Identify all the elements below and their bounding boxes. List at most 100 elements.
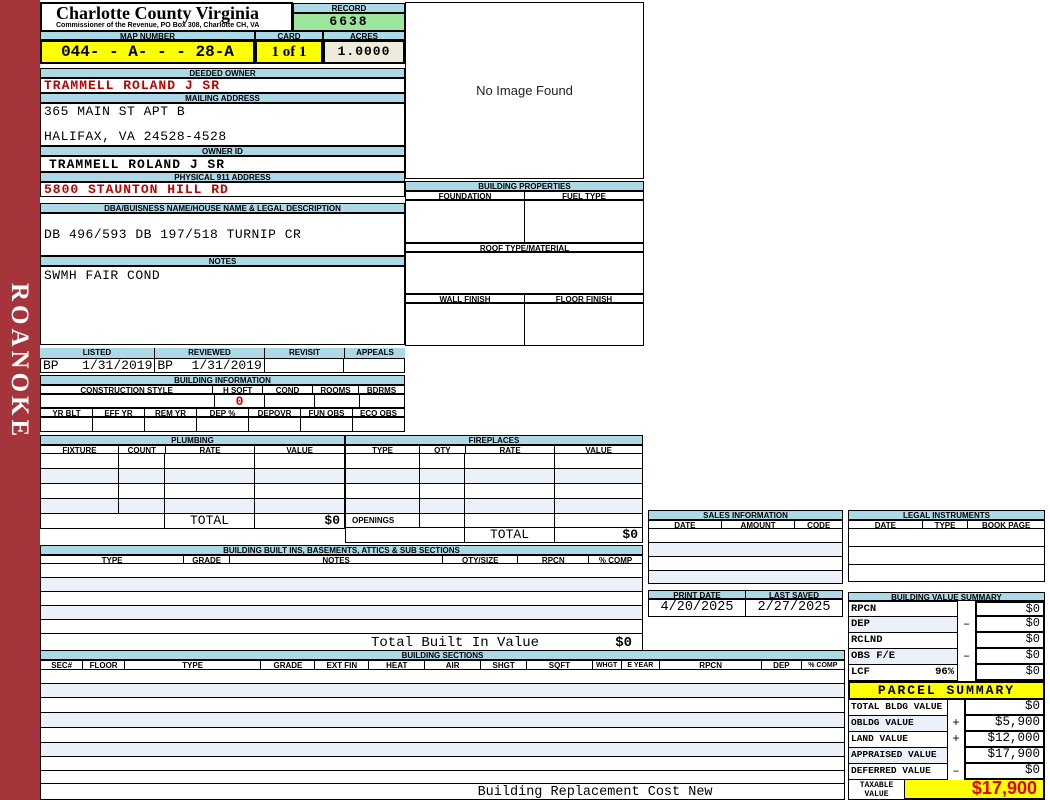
row-label: DEFERRED VALUE	[848, 764, 948, 780]
heat-label: HEAT	[368, 660, 426, 670]
row-value: $0	[975, 633, 1045, 649]
summary-row: OBLDG VALUE + $5,900	[848, 716, 1045, 732]
openings-label: OPENINGS	[346, 514, 420, 527]
notes-label: NOTES	[229, 555, 443, 564]
acres-value: 1.0000	[323, 40, 405, 64]
depovr-label: DEPOVR	[248, 408, 301, 417]
row-op	[958, 633, 975, 649]
bdrms-value	[360, 395, 404, 407]
table-row	[649, 557, 842, 571]
lcf-percent: 96%	[935, 666, 954, 678]
review-table: LISTED REVIEWED REVISIT APPEALS BP 1/31/…	[40, 348, 405, 373]
type-label: TYPE	[40, 555, 185, 564]
taxable-value: $17,900	[905, 779, 1045, 800]
property-image-panel: No Image Found	[405, 2, 644, 179]
table-row	[346, 469, 642, 484]
building-sections-headers: SEC# FLOOR TYPE GRADE EXT FIN HEAT AIR S…	[40, 660, 845, 670]
row-op	[948, 748, 964, 764]
built-ins-total-label: Total Built In Value	[371, 635, 540, 651]
appeals-value	[344, 359, 404, 372]
row-value: $0	[975, 601, 1045, 617]
foundation-value	[406, 201, 525, 242]
table-row	[346, 454, 642, 469]
building-value-summary-table: RPCN $0 DEP – $0 RCLND $0 OBS F/E – $0 L…	[848, 601, 1045, 681]
notes-label: NOTES	[40, 256, 405, 266]
sqft-label: SQFT	[526, 660, 593, 670]
row-op: +	[952, 716, 960, 730]
floor-label: FLOOR	[82, 660, 125, 670]
row-op: +	[952, 732, 960, 746]
footer-label: Building Replacement Cost New	[477, 785, 713, 800]
cond-label: COND	[262, 385, 313, 394]
fireplaces-label: FIREPLACES	[345, 435, 643, 445]
ext-fin-label: EXT FIN	[314, 660, 370, 670]
mailing-address-label: MAILING ADDRESS	[40, 93, 405, 103]
row-op	[958, 665, 975, 681]
county-title-block: Charlotte County Virginia Commissioner o…	[40, 2, 293, 32]
acres-label: ACRES	[323, 31, 405, 40]
print-date-label: PRINT DATE	[648, 590, 746, 599]
value-label: VALUE	[254, 445, 346, 454]
row-op: –	[962, 649, 971, 663]
mailing-address-box: 365 MAIN ST APT B HALIFAX, VA 24528-4528	[40, 103, 405, 146]
row-label: RPCN	[848, 601, 958, 617]
page-title: Charlotte County Virginia	[56, 3, 260, 23]
listed-value: BP 1/31/2019	[41, 358, 156, 373]
row-op	[958, 601, 975, 617]
row-label: DEP	[848, 617, 958, 633]
row-label: RCLND	[848, 633, 958, 649]
map-number-label: MAP NUMBER	[40, 31, 255, 40]
sales-headers: DATE AMOUNT CODE	[648, 520, 843, 529]
count-label: COUNT	[117, 445, 166, 454]
owner-id-value: TRAMMELL ROLAND J SR	[40, 156, 405, 172]
e-year-label: E YEAR	[620, 660, 661, 670]
rpcn-label: RPCN	[659, 660, 763, 670]
floor-finish-label: FLOOR FINISH	[524, 294, 644, 303]
building-properties-headers-1: FOUNDATION FUEL TYPE	[405, 191, 644, 200]
cond-value	[265, 395, 315, 407]
foundation-fuel-box	[405, 200, 644, 243]
taxable-value-row: TAXABLE VALUE $17,900	[848, 779, 1045, 800]
wall-finish-value	[406, 304, 525, 345]
table-row	[41, 728, 844, 743]
hsqft-label: H SQFT	[212, 385, 264, 394]
taxable-value-label: TAXABLE VALUE	[848, 780, 905, 800]
row-value: $0	[975, 649, 1045, 665]
appeals-label: APPEALS	[345, 348, 405, 358]
qty-size-label: QTY/SIZE	[441, 555, 519, 564]
table-row	[41, 757, 844, 771]
comp-label: % COMP	[800, 660, 845, 670]
building-info-headers-1: CONSTRUCTION STYLE H SQFT COND ROOMS BDR…	[40, 385, 405, 394]
fireplaces-total-label: TOTAL	[465, 528, 555, 542]
footer-row: Building Replacement Cost New	[41, 784, 844, 800]
code-label: CODE	[794, 520, 843, 529]
owner-id-label: OWNER ID	[40, 146, 405, 156]
fireplaces-headers: TYPE QTY RATE VALUE	[345, 445, 643, 454]
construction-style-value	[41, 395, 215, 407]
sidebar: ROANOKE	[0, 0, 40, 800]
row-value: $17,900	[964, 748, 1045, 764]
table-row	[41, 743, 844, 757]
floor-finish-value	[525, 304, 643, 345]
plumbing-table: TOTAL $0	[40, 454, 345, 529]
plumbing-headers: FIXTURE COUNT RATE VALUE	[40, 445, 346, 454]
remyr-label: REM YR	[144, 408, 197, 417]
ecoobs-label: ECO OBS	[352, 408, 405, 417]
bdrms-label: BDRMS	[358, 385, 405, 394]
page-subtitle: Commissioner of the Revenue, PO Box 308,…	[56, 22, 260, 29]
value-label: VALUE	[554, 445, 643, 454]
dep-label: DEP %	[196, 408, 249, 417]
table-row	[41, 670, 844, 684]
parcel-summary: PARCEL SUMMARY TOTAL BLDG VALUE $0 OBLDG…	[848, 681, 1045, 800]
plumbing-total-value: $0	[324, 513, 340, 528]
building-info-values-2	[40, 417, 405, 432]
building-info-headers-2: YR BLT EFF YR REM YR DEP % DEPOVR FUN OB…	[40, 408, 405, 417]
sales-information-label: SALES INFORMATION	[648, 510, 843, 520]
table-row	[41, 564, 642, 578]
row-op: –	[962, 617, 971, 631]
legal-description-value: DB 496/593 DB 197/518 TURNIP CR	[40, 213, 405, 256]
summary-row: LAND VALUE + $12,000	[848, 732, 1045, 748]
amount-label: AMOUNT	[720, 520, 796, 529]
wall-finish-label: WALL FINISH	[405, 294, 525, 303]
listed-date: 1/31/2019	[82, 358, 153, 373]
